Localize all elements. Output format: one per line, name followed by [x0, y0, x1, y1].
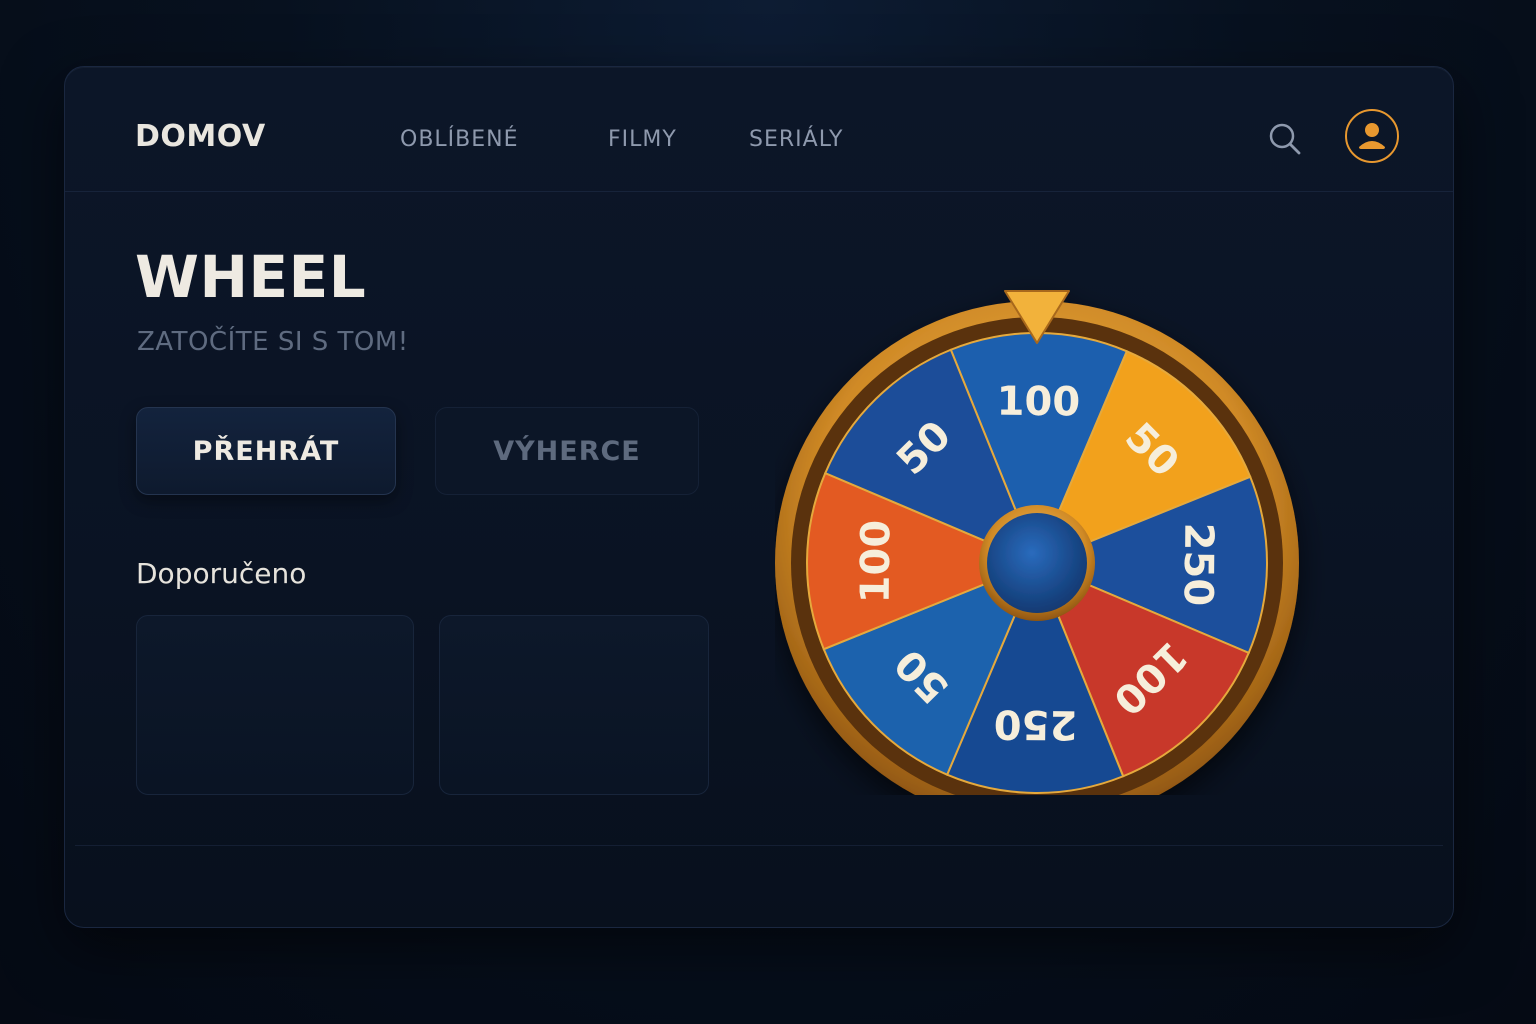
- wheel-hub[interactable]: [987, 513, 1087, 613]
- play-button[interactable]: PŘEHRÁT: [136, 407, 396, 495]
- wheel-segment-label: 100: [853, 520, 900, 604]
- app-window: DOMOV OBLÍBENÉ FILMY SERIÁLY WHEEL ZATOČ…: [64, 66, 1454, 928]
- nav-link-movies[interactable]: FILMY: [608, 127, 677, 152]
- nav-link-favorites[interactable]: OBLÍBENÉ: [400, 127, 519, 152]
- winners-button[interactable]: VÝHERCE: [435, 407, 699, 495]
- page-title: WHEEL: [135, 243, 367, 311]
- wheel-segment-label: 250: [994, 701, 1078, 748]
- prize-wheel[interactable]: 100 50 250 100 250 50 100 50: [775, 215, 1335, 795]
- recommended-card[interactable]: [136, 615, 414, 795]
- search-icon[interactable]: [1265, 119, 1305, 159]
- top-navigation: DOMOV OBLÍBENÉ FILMY SERIÁLY: [65, 67, 1453, 192]
- divider: [75, 845, 1443, 846]
- recommended-card[interactable]: [439, 615, 709, 795]
- user-profile-button[interactable]: [1345, 109, 1399, 163]
- wheel-segment-label: 250: [1175, 522, 1222, 606]
- wheel-segment-label: 100: [996, 379, 1080, 426]
- nav-home-link[interactable]: DOMOV: [135, 119, 266, 154]
- user-icon: [1359, 123, 1385, 149]
- wheel-graphic[interactable]: 100502501002505010050: [775, 215, 1335, 795]
- recommended-heading: Doporučeno: [136, 557, 307, 590]
- page-subtitle: ZATOČÍTE SI S TOM!: [137, 327, 409, 357]
- nav-link-series[interactable]: SERIÁLY: [749, 127, 843, 152]
